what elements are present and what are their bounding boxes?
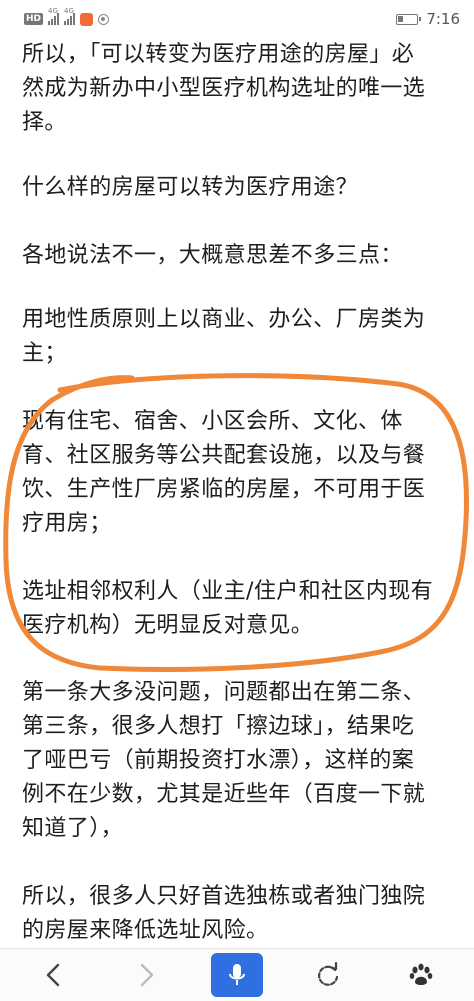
status-bar: HD 4G 4G 7:16 — [0, 0, 474, 38]
text-line: 饮、生产性厂房紧临的房屋，不可用于医 — [22, 477, 426, 502]
text-line: 所以，「可以转变为医疗用途的房屋」必 — [22, 42, 415, 67]
text-line: 疗用房； — [22, 511, 112, 536]
clock: 7:16 — [426, 10, 460, 28]
refresh-button[interactable] — [303, 953, 353, 997]
status-left: HD 4G 4G — [24, 7, 110, 26]
paragraph-4: 用地性质原则上以商业、办公、厂房类为 主； — [22, 303, 458, 371]
text-line: 用地性质原则上以商业、办公、厂房类为 — [22, 307, 426, 332]
text-line: 所以，很多人只好首选独栋或者独门独院 — [22, 884, 426, 909]
chevron-right-icon — [140, 963, 154, 987]
text-line: 的房屋来降低选址风险。 — [22, 918, 269, 943]
text-line: 了哑巴亏（前期投资打水漂），这样的案 — [22, 748, 415, 773]
paragraph-3: 各地说法不一，大概意思差不多三点： — [22, 239, 458, 273]
text-line: 择。 — [22, 110, 67, 135]
microphone-icon — [229, 964, 245, 985]
paw-icon — [409, 963, 433, 985]
text-line: 现有住宅、宿舍、小区会所、文化、体 — [22, 409, 403, 434]
text-line: 各地说法不一，大概意思差不多三点： — [22, 243, 403, 268]
text-line: 例不在少数，尤其是近些年（百度一下就 — [22, 782, 426, 807]
app-notification-icon — [80, 12, 94, 26]
paragraph-2: 什么样的房屋可以转为医疗用途？ — [22, 171, 458, 205]
text-line: 然成为新办中小型医疗机构选址的唯一选 — [22, 76, 426, 101]
text-line: 选址相邻权利人（业主/住户和社区内现有 — [22, 579, 434, 604]
status-right: 7:16 — [396, 10, 460, 28]
text-line: 什么样的房屋可以转为医疗用途？ — [22, 175, 359, 200]
paragraph-6: 选址相邻权利人（业主/住户和社区内现有 医疗机构）无明显反对意见。 — [22, 575, 458, 643]
paragraph-8: 所以，很多人只好首选独栋或者独门独院 的房屋来降低选址风险。 — [22, 880, 458, 948]
back-button[interactable] — [28, 953, 78, 997]
paw-menu-button[interactable] — [396, 953, 446, 997]
location-icon — [98, 13, 110, 25]
text-line: 第三条，很多人想打「擦边球」，结果吃 — [22, 714, 415, 739]
paragraph-5: 现有住宅、宿舍、小区会所、文化、体 育、社区服务等公共配套设施，以及与餐 饮、生… — [22, 405, 458, 541]
hd-badge: HD — [24, 13, 44, 25]
text-line: 主； — [22, 341, 67, 366]
signal-icon: 4G — [48, 7, 60, 25]
refresh-icon — [317, 962, 339, 986]
signal-icon-2: 4G — [64, 7, 76, 25]
text-line: 第一条大多没问题，问题都出在第二条、 — [22, 680, 426, 705]
paragraph-7: 第一条大多没问题，问题都出在第二条、 第三条，很多人想打「擦边球」，结果吃 了哑… — [22, 676, 458, 846]
browser-bottom-bar — [0, 948, 474, 1001]
text-line: 医疗机构）无明显反对意见。 — [22, 613, 314, 638]
paragraph-1: 所以，「可以转变为医疗用途的房屋」必 然成为新办中小型医疗机构选址的唯一选 择。 — [22, 38, 458, 140]
chevron-left-icon — [46, 963, 60, 987]
voice-search-button[interactable] — [211, 953, 263, 997]
text-line: 育、社区服务等公共配套设施，以及与餐 — [22, 443, 426, 468]
battery-icon — [396, 13, 422, 25]
text-line: 知道了）， — [22, 816, 124, 841]
forward-button[interactable] — [122, 953, 172, 997]
